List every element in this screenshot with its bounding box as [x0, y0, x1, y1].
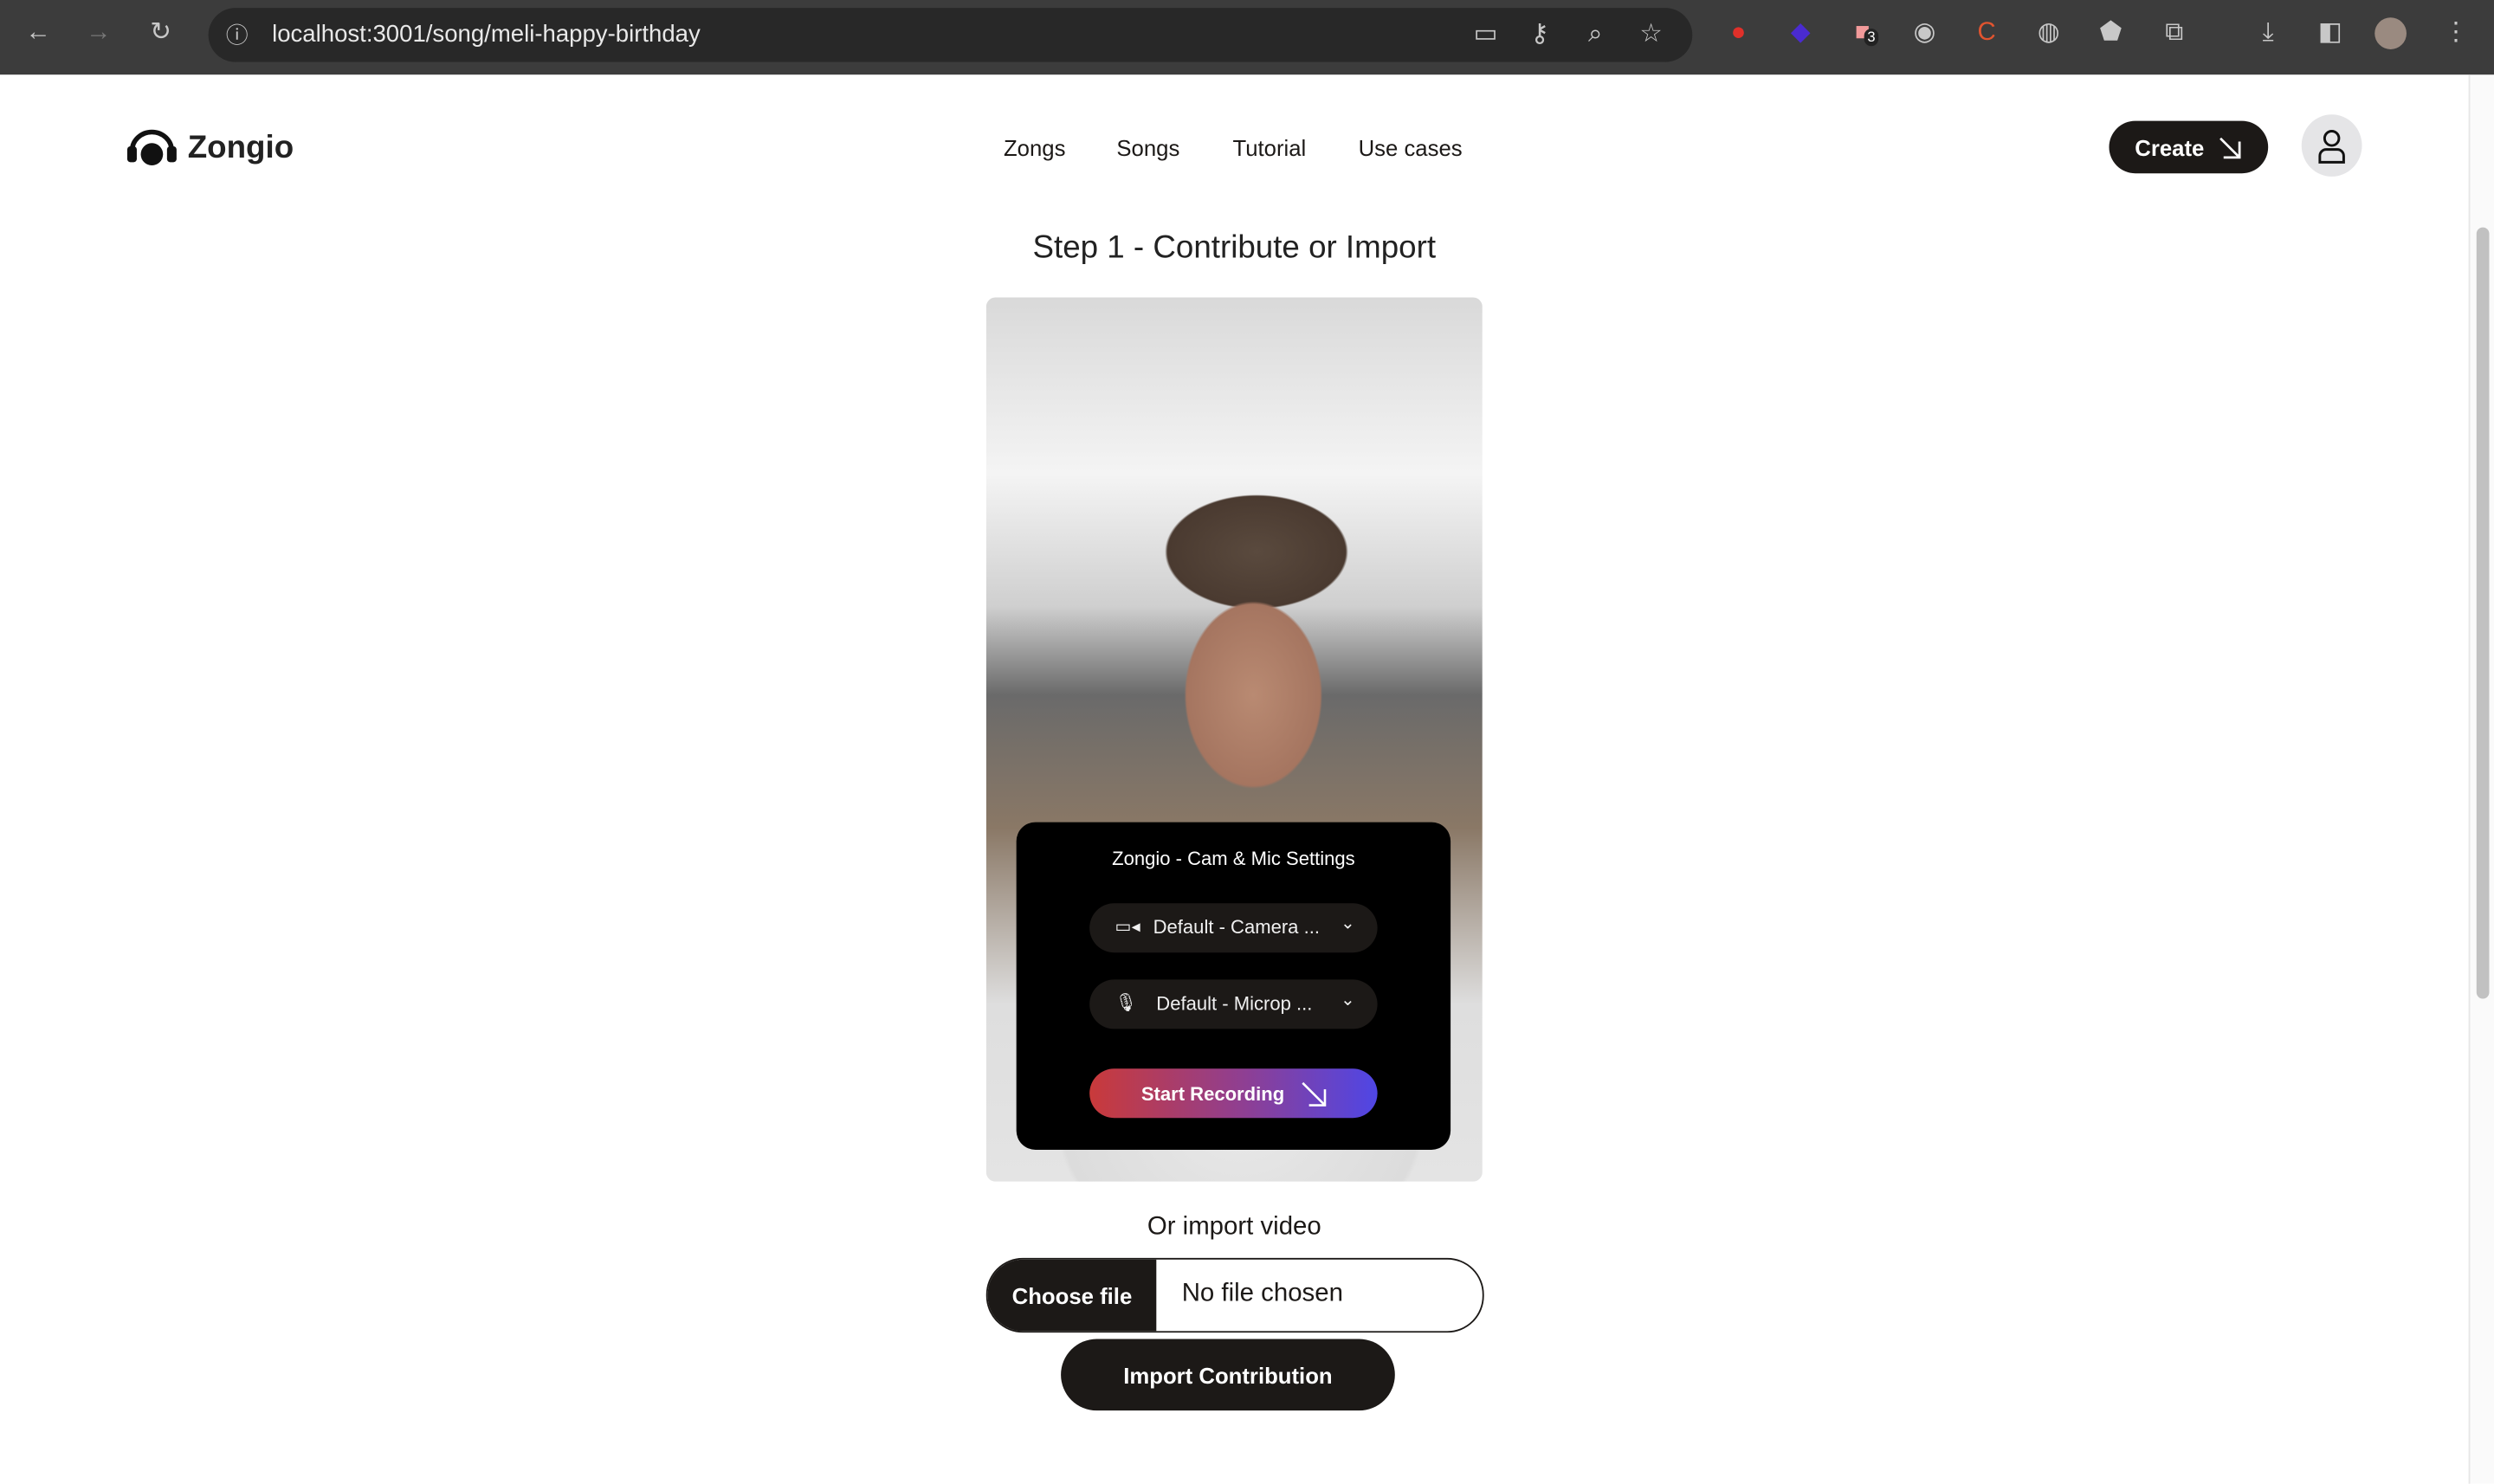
download-icon[interactable]: ⤓	[2251, 16, 2285, 50]
forward-icon[interactable]: →	[81, 16, 116, 50]
create-label: Create	[2135, 134, 2205, 160]
create-button[interactable]: Create	[2109, 120, 2269, 174]
page-title: Step 1 - Contribute or Import	[1032, 230, 1437, 266]
microphone-value: Default - Microp ...	[1156, 992, 1313, 1015]
camera-icon[interactable]: ▭	[1468, 17, 1502, 52]
headphones-icon	[126, 129, 177, 166]
arrow-down-right-icon	[1301, 1081, 1326, 1106]
browser-toolbar: ← → ↻ ⓘ localhost:3001/song/meli-happy-b…	[0, 0, 2494, 75]
logo-text: Zongio	[187, 129, 294, 165]
camera-preview: Zongio - Cam & Mic Settings ▭◂ Default -…	[985, 297, 1483, 1182]
scrollbar[interactable]	[2468, 74, 2494, 1484]
microphone-select[interactable]: 🎙︎ Default - Microp ... ⌄	[1089, 979, 1378, 1029]
side-panel-icon[interactable]: ◧	[2313, 16, 2348, 50]
scrollbar-thumb[interactable]	[2476, 227, 2490, 999]
back-icon[interactable]: ←	[21, 16, 55, 50]
nav-tutorial[interactable]: Tutorial	[1232, 135, 1306, 160]
bookmark-star-icon[interactable]: ☆	[1633, 17, 1668, 52]
key-icon[interactable]: ⚷	[1522, 17, 1557, 52]
site-info-icon[interactable]: ⓘ	[219, 17, 254, 52]
nav-use-cases[interactable]: Use cases	[1359, 135, 1463, 160]
zoom-icon[interactable]: ⌕	[1578, 17, 1612, 52]
puzzle-icon[interactable]: ⧉	[2157, 16, 2192, 50]
extension-badge: 3	[1864, 29, 1879, 47]
profile-avatar[interactable]	[2374, 17, 2407, 49]
extension-icon[interactable]: ⬟	[2093, 16, 2128, 50]
import-contribution-button[interactable]: Import Contribution	[1061, 1339, 1395, 1411]
user-icon	[2318, 129, 2345, 163]
globe-icon[interactable]: ◍	[2032, 16, 2066, 50]
extension-icon[interactable]: C	[1969, 16, 2004, 50]
arrow-down-right-icon	[2219, 136, 2241, 158]
chevron-down-icon: ⌄	[1340, 914, 1355, 934]
url-text: localhost:3001/song/meli-happy-birthday	[272, 20, 701, 48]
file-input[interactable]: Choose file No file chosen	[985, 1257, 1484, 1333]
microphone-icon: 🎙︎	[1115, 993, 1138, 1013]
extension-icon[interactable]: ■ 3	[1845, 16, 1880, 50]
extension-icon[interactable]: ●	[1721, 16, 1755, 50]
file-status: No file chosen	[1181, 1280, 1343, 1307]
cam-mic-settings-panel: Zongio - Cam & Mic Settings ▭◂ Default -…	[1016, 822, 1451, 1150]
import-heading: Or import video	[1147, 1213, 1321, 1241]
address-bar[interactable]: ⓘ localhost:3001/song/meli-happy-birthda…	[208, 8, 1693, 62]
reload-icon[interactable]: ↻	[143, 16, 178, 50]
nav-songs[interactable]: Songs	[1116, 135, 1179, 160]
menu-icon[interactable]: ⋮	[2439, 16, 2473, 50]
extension-icon[interactable]: ◆	[1783, 16, 1818, 50]
settings-title: Zongio - Cam & Mic Settings	[1112, 847, 1355, 870]
logo[interactable]: Zongio	[126, 129, 294, 167]
camera-select[interactable]: ▭◂ Default - Camera ... ⌄	[1089, 903, 1378, 953]
page: Zongio Zongs Songs Tutorial Use cases Cr…	[0, 74, 2469, 1484]
video-camera-icon: ▭◂	[1115, 917, 1140, 937]
start-recording-button[interactable]: Start Recording	[1089, 1068, 1378, 1119]
choose-file-button[interactable]: Choose file	[987, 1259, 1157, 1332]
user-avatar-button[interactable]	[2301, 114, 2362, 177]
screenshot-extension-icon[interactable]: ◉	[1907, 16, 1942, 50]
chevron-down-icon: ⌄	[1340, 990, 1355, 1010]
start-recording-label: Start Recording	[1140, 1081, 1285, 1105]
nav-zongs[interactable]: Zongs	[1004, 135, 1065, 160]
camera-value: Default - Camera ...	[1153, 915, 1320, 939]
